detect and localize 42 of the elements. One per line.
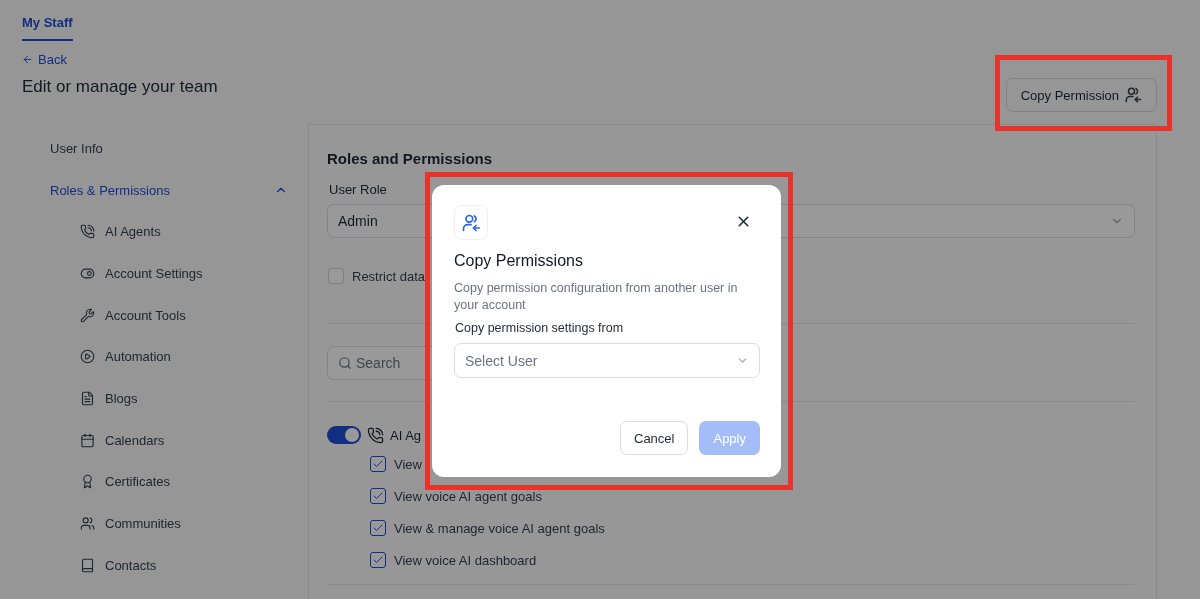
sidebar-subitem[interactable]: Blogs	[80, 377, 308, 420]
dialog-description: Copy permission configuration from another user in your account	[454, 280, 739, 314]
sidebar-subitem[interactable]: Calendars	[80, 419, 308, 462]
checkbox[interactable]	[370, 520, 386, 536]
sidebar-subitem[interactable]: Communities	[80, 502, 308, 545]
arrow-left-icon	[22, 54, 33, 65]
panel-title: Roles and Permissions	[327, 150, 494, 167]
check-icon	[372, 522, 384, 534]
copy-permission-button[interactable]: Copy Permission	[1005, 78, 1157, 112]
toggle-switch[interactable]	[327, 426, 361, 444]
search-icon	[338, 356, 352, 370]
check-icon	[372, 458, 384, 470]
checkbox-label: View	[394, 456, 422, 472]
user-select[interactable]: Select User	[454, 343, 760, 378]
checkbox-label: View & manage voice AI agent goals	[394, 520, 605, 536]
page-title: Edit or manage your team	[22, 77, 218, 97]
checkbox-label: View voice AI agent goals	[394, 488, 542, 504]
sidebar-item[interactable]: Roles & Permissions	[50, 169, 308, 211]
sidebar-subitem[interactable]: Certificates	[80, 461, 308, 503]
field-label: User Role	[329, 182, 388, 197]
checkbox-label: View voice AI dashboard	[394, 552, 537, 568]
section-label: AI Ag	[390, 427, 422, 443]
sidebar-subitem[interactable]: Contacts	[80, 544, 308, 587]
back-link[interactable]: Back	[22, 52, 67, 67]
checkbox[interactable]	[370, 456, 386, 472]
sidebar-subitem[interactable]: Account Tools	[80, 294, 308, 337]
checkbox[interactable]	[370, 488, 386, 504]
user-arrow-icon	[1124, 86, 1142, 104]
dialog-title: Copy Permissions	[454, 252, 584, 270]
sidebar-item[interactable]: User Info	[50, 127, 308, 169]
cancel-button[interactable]: Cancel	[620, 421, 689, 455]
field-label: Copy permission settings from	[455, 321, 625, 335]
sidebar-subitem[interactable]: Account Settings	[80, 252, 308, 295]
sidebar-subitem[interactable]: AI Agents	[80, 211, 308, 253]
check-icon	[372, 490, 384, 502]
check-icon	[372, 554, 384, 566]
checkbox[interactable]	[370, 552, 386, 568]
tab[interactable]: My Staff	[22, 12, 73, 41]
checkbox-label: Restrict data	[352, 268, 425, 284]
user-arrow-icon	[461, 212, 481, 233]
sidebar-subitem[interactable]: Automation	[80, 336, 308, 378]
phone-icon	[367, 426, 384, 444]
